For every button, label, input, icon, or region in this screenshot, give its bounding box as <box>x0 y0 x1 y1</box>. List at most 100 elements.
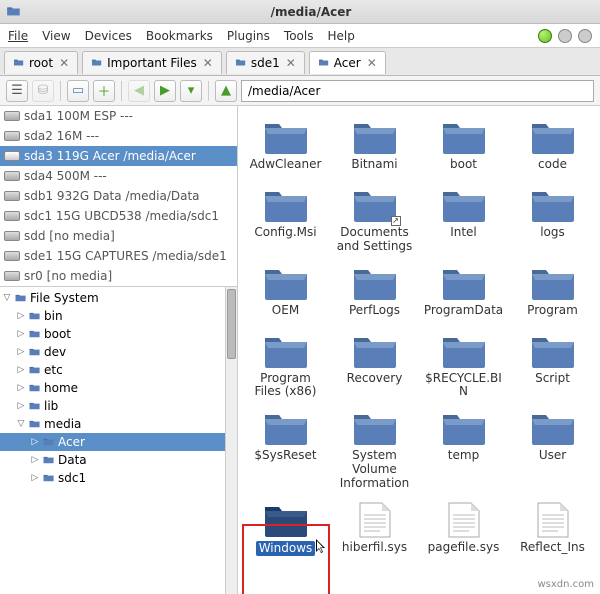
menu-bookmarks[interactable]: Bookmarks <box>146 29 213 43</box>
expand-icon[interactable]: ▷ <box>30 437 40 447</box>
window-title: /media/Acer <box>28 5 594 19</box>
path-input[interactable] <box>241 80 594 102</box>
tab-important-files[interactable]: Important Files✕ <box>82 51 222 74</box>
close-icon[interactable]: ✕ <box>203 56 213 70</box>
history-button[interactable]: ▾ <box>180 80 202 102</box>
menu-plugins[interactable]: Plugins <box>227 29 270 43</box>
item-label: PerfLogs <box>349 304 400 318</box>
file-item-hiberfil-sys[interactable]: hiberfil.sys <box>331 497 418 561</box>
status-dot-grey[interactable] <box>558 29 572 43</box>
expand-icon[interactable]: ▷ <box>16 311 26 321</box>
file-item-program-files-x86-[interactable]: Program Files (x86) <box>242 328 329 402</box>
close-icon[interactable]: ✕ <box>367 56 377 70</box>
tree-item-boot[interactable]: ▷boot <box>0 325 237 343</box>
close-icon[interactable]: ✕ <box>286 56 296 70</box>
menu-devices[interactable]: Devices <box>85 29 132 43</box>
file-item-config-msi[interactable]: Config.Msi <box>242 182 329 256</box>
drive-item[interactable]: sdd [no media] <box>0 226 237 246</box>
item-label: Program <box>527 304 578 318</box>
tree-label: home <box>44 381 78 395</box>
file-item-perflogs[interactable]: PerfLogs <box>331 260 418 324</box>
menu-view[interactable]: View <box>42 29 70 43</box>
file-item-intel[interactable]: Intel <box>420 182 507 256</box>
file-item-oem[interactable]: OEM <box>242 260 329 324</box>
expand-icon[interactable]: ▽ <box>16 419 26 429</box>
folder-icon <box>262 262 310 302</box>
file-item-user[interactable]: User <box>509 405 596 492</box>
file-item-reflect-ins[interactable]: Reflect_Ins <box>509 497 596 561</box>
folder-icon <box>440 330 488 370</box>
drive-label: sdc1 15G UBCD538 /media/sdc1 <box>24 209 219 223</box>
status-dot-green[interactable] <box>538 29 552 43</box>
expand-icon[interactable]: ▷ <box>16 365 26 375</box>
sidebar-toggle-button[interactable]: ☰ <box>6 80 28 102</box>
drive-button[interactable]: ⛁ <box>32 80 54 102</box>
menu-help[interactable]: Help <box>327 29 354 43</box>
folder-icon <box>14 293 28 304</box>
tree-item-data[interactable]: ▷Data <box>0 451 237 469</box>
new-tab-button[interactable]: ▭ <box>67 80 89 102</box>
drive-item[interactable]: sdb1 932G Data /media/Data <box>0 186 237 206</box>
file-item-system-volume-information[interactable]: System Volume Information <box>331 405 418 492</box>
menu-tools[interactable]: Tools <box>284 29 314 43</box>
drive-item[interactable]: sda3 119G Acer /media/Acer <box>0 146 237 166</box>
expand-icon[interactable]: ▷ <box>30 455 40 465</box>
file-item-temp[interactable]: temp <box>420 405 507 492</box>
tab-sde1[interactable]: sde1✕ <box>226 51 305 74</box>
tree-scrollbar[interactable] <box>225 287 237 594</box>
expand-icon[interactable]: ▷ <box>16 347 26 357</box>
file-item-program[interactable]: Program <box>509 260 596 324</box>
tree-item-dev[interactable]: ▷dev <box>0 343 237 361</box>
drive-icon <box>4 171 20 181</box>
tree-scroll-thumb[interactable] <box>227 289 236 359</box>
drive-item[interactable]: sdc1 15G UBCD538 /media/sdc1 <box>0 206 237 226</box>
folder-icon <box>28 383 42 394</box>
expand-icon[interactable]: ▷ <box>16 329 26 339</box>
item-label: Recovery <box>347 372 403 386</box>
file-item-bitnami[interactable]: Bitnami <box>331 114 418 178</box>
drive-icon <box>4 191 20 201</box>
tree-item-bin[interactable]: ▷bin <box>0 307 237 325</box>
tree-item-home[interactable]: ▷ home <box>0 379 237 397</box>
expand-icon[interactable]: ▷ <box>30 473 40 483</box>
tree-item-file-system[interactable]: ▽File System <box>0 289 237 307</box>
tree-item-sdc1[interactable]: ▷sdc1 <box>0 469 237 487</box>
tab-root[interactable]: root✕ <box>4 51 78 74</box>
drive-item[interactable]: sda4 500M --- <box>0 166 237 186</box>
drive-item[interactable]: sda1 100M ESP --- <box>0 106 237 126</box>
file-item-script[interactable]: Script <box>509 328 596 402</box>
expand-icon[interactable]: ▽ <box>2 293 12 303</box>
status-dot-grey-2[interactable] <box>578 29 592 43</box>
expand-icon[interactable]: ▷ <box>16 401 26 411</box>
tree-item-media[interactable]: ▽media <box>0 415 237 433</box>
forward-button[interactable]: ▶ <box>154 80 176 102</box>
file-item-documents-and-settings[interactable]: ↗Documents and Settings <box>331 182 418 256</box>
tree-item-acer[interactable]: ▷Acer <box>0 433 237 451</box>
file-item-pagefile-sys[interactable]: pagefile.sys <box>420 497 507 561</box>
tab-acer[interactable]: Acer✕ <box>309 51 386 74</box>
expand-icon[interactable]: ▷ <box>16 383 26 393</box>
drive-item[interactable]: sde1 15G CAPTURES /media/sde1 <box>0 246 237 266</box>
file-item-programdata[interactable]: ProgramData <box>420 260 507 324</box>
close-icon[interactable]: ✕ <box>59 56 69 70</box>
back-button[interactable]: ◀ <box>128 80 150 102</box>
app-icon <box>6 4 22 20</box>
file-item-adwcleaner[interactable]: AdwCleaner <box>242 114 329 178</box>
file-item--recycle-bin[interactable]: $RECYCLE.BIN <box>420 328 507 402</box>
tree-item-lib[interactable]: ▷lib <box>0 397 237 415</box>
shortcut-badge: ↗ <box>391 216 401 226</box>
file-icon <box>529 499 577 539</box>
tree-item-etc[interactable]: ▷etc <box>0 361 237 379</box>
up-button[interactable]: ▲ <box>215 80 237 102</box>
file-item-recovery[interactable]: Recovery <box>331 328 418 402</box>
file-item--sysreset[interactable]: $SysReset <box>242 405 329 492</box>
file-item-boot[interactable]: boot <box>420 114 507 178</box>
drive-item[interactable]: sda2 16M --- <box>0 126 237 146</box>
menu-file[interactable]: File <box>8 29 28 43</box>
drive-item[interactable]: sr0 [no media] <box>0 266 237 286</box>
file-item-logs[interactable]: logs <box>509 182 596 256</box>
file-view[interactable]: AdwCleanerBitnamibootcode Config.Msi↗Docu… <box>238 106 600 594</box>
folder-icon <box>28 311 42 322</box>
file-item-code[interactable]: code <box>509 114 596 178</box>
add-button[interactable]: ＋ <box>93 80 115 102</box>
